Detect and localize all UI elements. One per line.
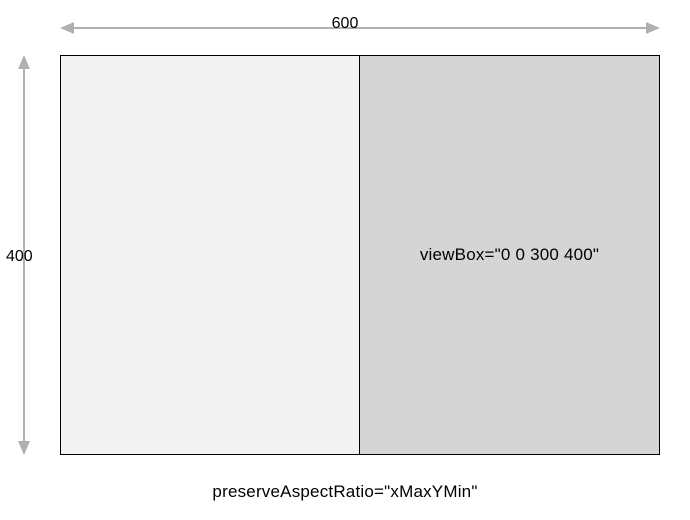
viewbox-region: viewBox="0 0 300 400" (359, 56, 659, 454)
height-dimension-label: 400 (6, 248, 33, 266)
width-dimension-arrow (60, 20, 660, 36)
preserve-aspect-ratio-label: preserveAspectRatio="xMaxYMin" (0, 482, 690, 502)
width-dimension-label: 600 (332, 15, 359, 33)
viewport-container: viewBox="0 0 300 400" (60, 55, 660, 455)
viewbox-label: viewBox="0 0 300 400" (420, 245, 599, 265)
